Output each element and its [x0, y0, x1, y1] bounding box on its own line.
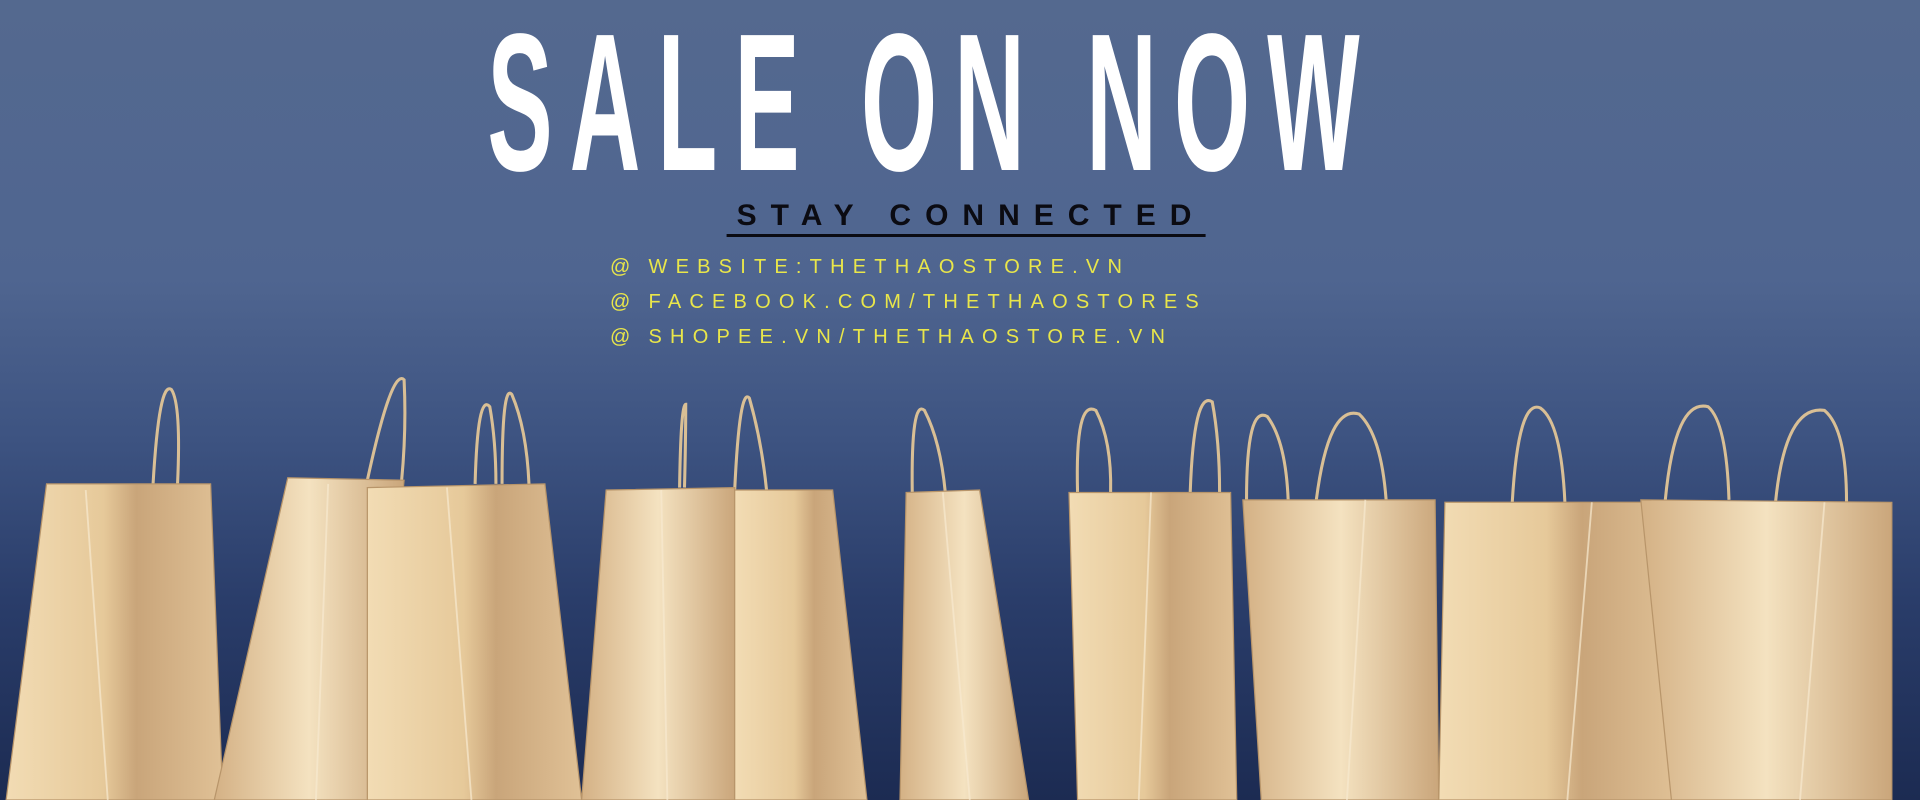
sale-title: SALE ON NOW: [487, 0, 1377, 212]
website-link[interactable]: @ WEBSITE:THETHAOSTORE.VN: [610, 250, 1207, 285]
stay-connected-heading: STAY CONNECTED: [726, 198, 1206, 237]
shopee-link-text: SHOPEE.VN/THETHAOSTORE.VN: [648, 326, 1174, 348]
bag: [581, 486, 736, 800]
facebook-link-text: FACEBOOK.COM/THETHAOSTORES: [648, 291, 1207, 313]
bag: [1438, 501, 1679, 800]
bag: [1068, 491, 1238, 800]
bag: [734, 489, 868, 800]
bag: [1242, 499, 1440, 800]
bag: [1640, 499, 1893, 800]
at-icon: @: [610, 291, 639, 313]
bag: [899, 489, 1030, 800]
shopee-link[interactable]: @ SHOPEE.VN/THETHAOSTORE.VN: [610, 320, 1207, 355]
bag: [366, 483, 583, 800]
at-icon: @: [610, 326, 639, 348]
bag: [5, 483, 224, 800]
at-icon: @: [610, 256, 639, 278]
facebook-link[interactable]: @ FACEBOOK.COM/THETHAOSTORES: [610, 285, 1207, 320]
contact-links: @ WEBSITE:THETHAOSTORE.VN @ FACEBOOK.COM/T…: [610, 250, 1207, 355]
website-link-text: WEBSITE:THETHAOSTORE.VN: [648, 256, 1131, 278]
